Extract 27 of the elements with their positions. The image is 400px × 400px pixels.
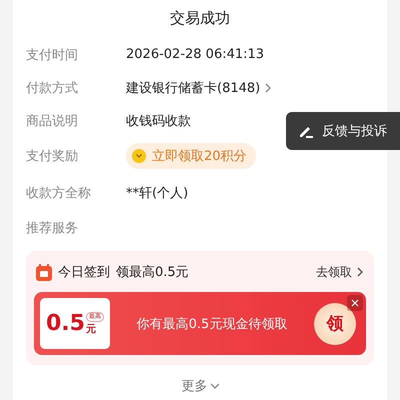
detail-value: 收钱码收款 xyxy=(126,113,191,130)
status-title: 交易成功 xyxy=(169,8,231,29)
coin-icon xyxy=(132,149,146,163)
calendar-icon xyxy=(36,264,52,280)
detail-label: 支付时间 xyxy=(26,46,79,64)
coupon-unit: 元 xyxy=(86,322,96,336)
detail-value: 2026-02-28 06:41:13 xyxy=(126,47,264,62)
detail-label: 支付奖励 xyxy=(26,148,79,165)
close-icon xyxy=(351,299,359,307)
close-button[interactable] xyxy=(347,295,363,311)
more-button[interactable]: 更多 xyxy=(182,377,218,395)
promo-title: 今日签到 xyxy=(58,264,110,281)
detail-label: 收款方全称 xyxy=(26,184,92,202)
chevron-icon xyxy=(356,267,364,277)
feedback-button[interactable]: 反馈与投诉 xyxy=(286,112,400,150)
claim-button[interactable]: 领 xyxy=(314,302,356,344)
promo-subtitle: 领最高0.5元 xyxy=(116,264,189,281)
coupon-message: 你有最高0.5元现金待领取 xyxy=(136,316,288,332)
detail-label: 付款方式 xyxy=(26,80,79,96)
chevron-icon xyxy=(210,381,218,391)
detail-value: **轩(个人) xyxy=(126,184,188,202)
payment-method-link[interactable]: 建设银行储蓄卡(8148) xyxy=(126,78,272,96)
detail-label: 商品说明 xyxy=(26,113,79,130)
claim-link[interactable]: 去领取 xyxy=(316,264,364,280)
coupon-amount: 0.5 xyxy=(46,311,85,336)
chevron-icon xyxy=(264,82,272,92)
detail-label: 推荐服务 xyxy=(26,220,79,237)
